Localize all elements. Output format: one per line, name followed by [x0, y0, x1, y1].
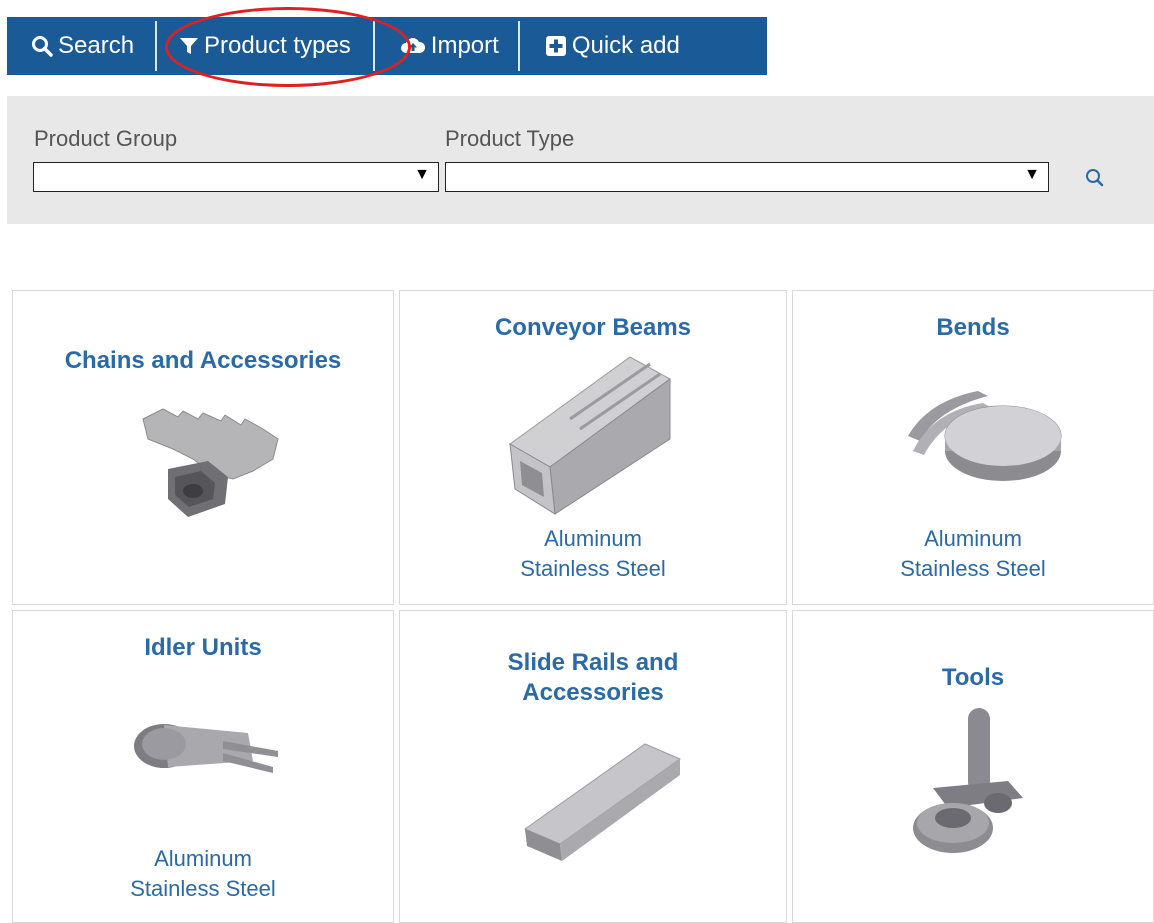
filter-panel: Product Group ▼ Product Type ▼	[7, 96, 1154, 224]
product-group-label: Product Group	[34, 126, 178, 151]
slide-rail-image	[523, 743, 682, 861]
chain-image	[142, 408, 279, 517]
search-button[interactable]: Search	[7, 17, 155, 75]
quick-add-label: Quick add	[571, 32, 680, 59]
product-group-select[interactable]: ▼	[33, 162, 439, 192]
plus-square-icon	[545, 35, 567, 57]
tile-material: Aluminum	[924, 526, 1022, 551]
dropdown-arrow-icon: ▼	[414, 166, 430, 183]
tile-material: Stainless Steel	[130, 876, 276, 901]
filter-icon	[179, 36, 199, 56]
tile-material: Stainless Steel	[900, 556, 1046, 581]
product-type-label: Product Type	[445, 126, 575, 151]
tile-title-line2: Accessories	[522, 679, 664, 706]
tile-title: Tools	[941, 664, 1005, 691]
tile-title-line1: Slide Rails and	[507, 649, 679, 676]
tile-conveyor-beams[interactable]: Conveyor Beams Aluminum Stainless Steel	[399, 290, 787, 605]
tool-image	[913, 708, 1023, 853]
tile-bends[interactable]: Bends Aluminum Stainless Steel	[792, 290, 1154, 605]
tile-title: Conveyor Beams	[494, 314, 692, 341]
tile-tools[interactable]: Tools	[792, 610, 1154, 923]
filter-search-button[interactable]	[1083, 166, 1107, 190]
bend-image	[908, 391, 1062, 481]
tile-material: Aluminum	[544, 526, 642, 551]
tile-idler-units[interactable]: Idler Units Aluminum Stainless Steel	[12, 610, 394, 923]
search-label: Search	[58, 32, 135, 59]
tile-slide-rails-and-accessories[interactable]: Slide Rails and Accessories	[399, 610, 787, 923]
tile-title: Idler Units	[144, 634, 262, 661]
product-type-select[interactable]: ▼	[445, 162, 1049, 192]
dropdown-arrow-icon: ▼	[1024, 166, 1040, 183]
toolbar: Search Product types Import Quick add	[7, 17, 767, 75]
search-icon	[31, 35, 53, 57]
tile-title: Chains and Accessories	[64, 347, 342, 374]
idler-unit-image	[134, 724, 278, 773]
import-button[interactable]: Import	[375, 17, 518, 75]
product-types-label: Product types	[204, 32, 351, 59]
product-types-button[interactable]: Product types	[157, 17, 373, 75]
import-label: Import	[430, 32, 499, 59]
tile-chains-and-accessories[interactable]: Chains and Accessories	[12, 290, 394, 605]
conveyor-beam-image	[509, 356, 671, 515]
search-icon	[1086, 169, 1104, 187]
tile-material: Stainless Steel	[520, 556, 666, 581]
tile-material: Aluminum	[154, 846, 252, 871]
cloud-upload-icon	[400, 35, 426, 57]
quick-add-button[interactable]: Quick add	[520, 17, 705, 75]
tile-title: Bends	[936, 314, 1010, 341]
